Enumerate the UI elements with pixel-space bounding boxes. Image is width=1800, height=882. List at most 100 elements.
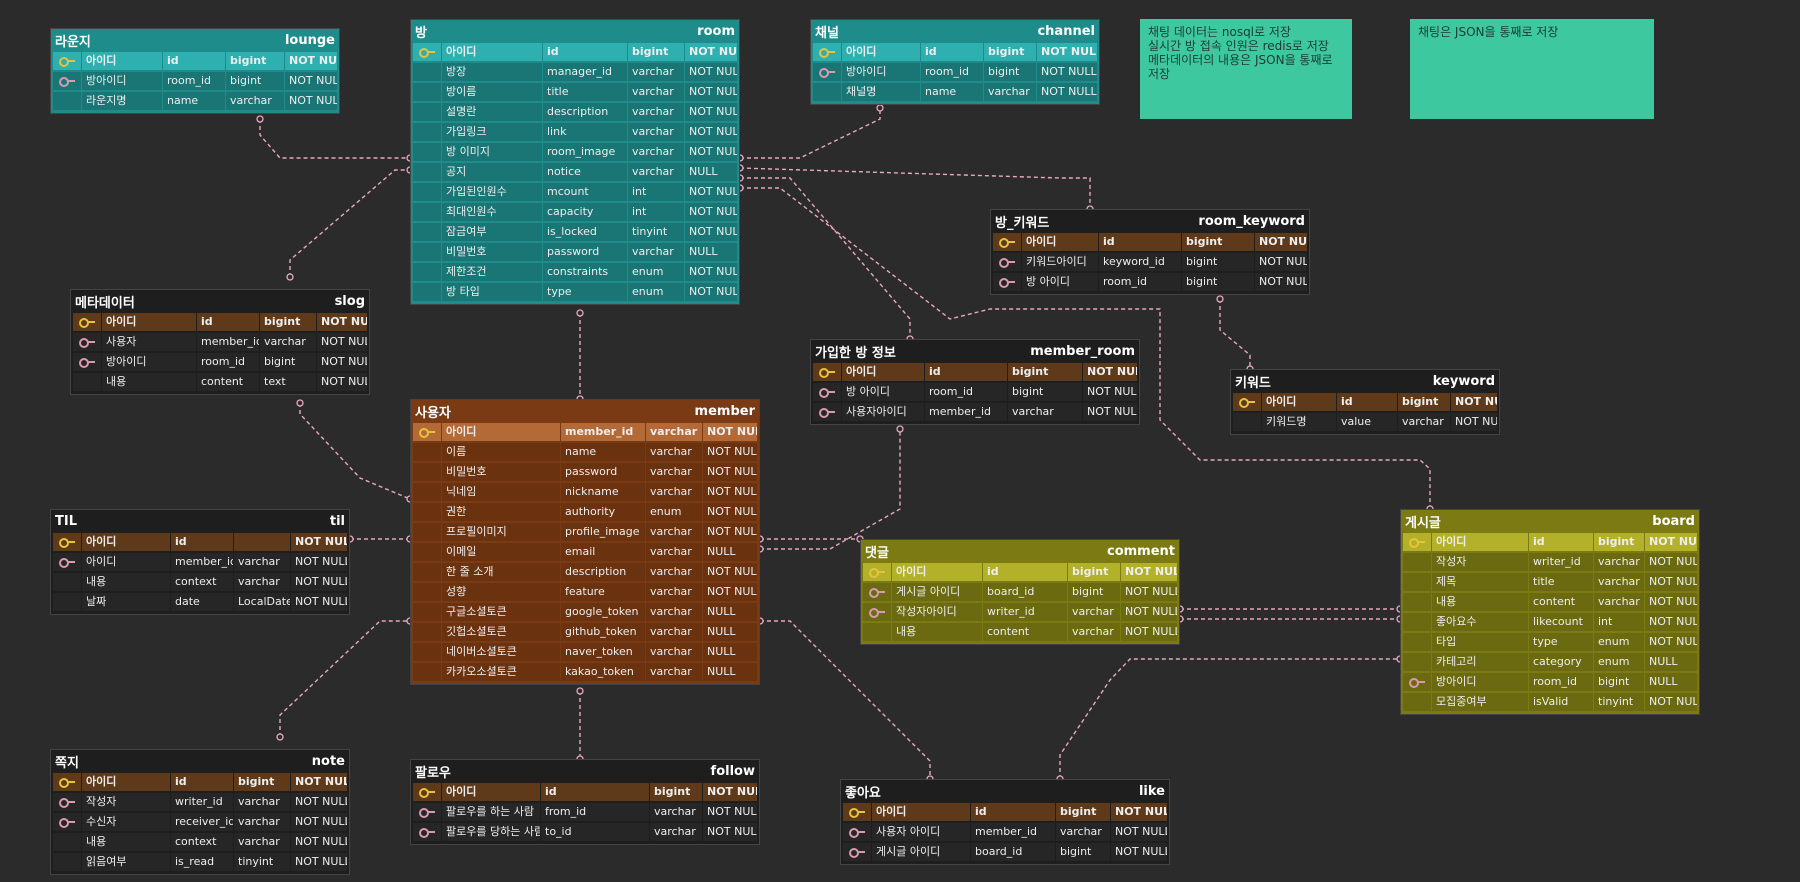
table-row[interactable]: 읽음여부 is_read tinyint NOT NULL [51, 852, 349, 872]
table-row[interactable]: 카카오소셜토큰 kakao_token varchar NULL [411, 662, 759, 682]
table-room[interactable]: 방room아이디idbigintNOT NULL방장manager_idvarc… [410, 19, 740, 305]
table-row[interactable]: 제목titlevarcharNOT NULL [1401, 572, 1699, 592]
column-nullability: NOT NULL [1121, 583, 1177, 601]
table-row[interactable]: 내용contenttextNOT NULL [71, 372, 369, 392]
table-keyword[interactable]: 키워드keyword아이디idbigintNOT NULL키워드명valueva… [1230, 369, 1500, 435]
table-til[interactable]: TILtil아이디idNOT NULL아이디member_idvarcharNO… [50, 509, 350, 615]
table-row[interactable]: 타입typeenumNOT NULL [1401, 632, 1699, 652]
table-row[interactable]: 작성자아이디 writer_id varchar NOT NULL [861, 602, 1179, 622]
table-row[interactable]: 아이디idbigintNOT NULL [811, 362, 1139, 382]
table-row[interactable]: 아이디idbigintNOT NULL [1231, 392, 1499, 412]
column-name: id [171, 773, 233, 791]
table-row[interactable]: 가입링크linkvarcharNOT NULL [411, 122, 739, 142]
table-row[interactable]: 잠금여부is_lockedtinyintNOT NULL [411, 222, 739, 242]
table-row[interactable]: 아이디idbigintNOT NULL [861, 562, 1179, 582]
table-row[interactable]: 아이디member_idvarcharNOT NULL [51, 552, 349, 572]
table-row[interactable]: 이메일 email varchar NULL [411, 542, 759, 562]
column-label: 비밀번호 [442, 243, 542, 261]
table-row[interactable]: 방아이디 room_id bigint NULL [1401, 672, 1699, 692]
table-row[interactable]: 방 아이디room_idbigintNOT NULL [811, 382, 1139, 402]
table-row[interactable]: 라운지명namevarcharNOT NULL [51, 91, 339, 111]
table-row[interactable]: 구글소셜토큰 google_token varchar NULL [411, 602, 759, 622]
table-board[interactable]: 게시글board아이디idbigintNOT NULL작성자writer_idv… [1400, 509, 1700, 715]
column-nullability: NOT NULL [703, 783, 757, 801]
table-row[interactable]: 방장manager_idvarcharNOT NULL [411, 62, 739, 82]
table-row[interactable]: 방 아이디room_idbigintNOT NULL [991, 272, 1309, 292]
table-row[interactable]: 방아이디room_idbigintNOT NULL [51, 71, 339, 91]
table-row[interactable]: 설명란descriptionvarcharNOT NULL [411, 102, 739, 122]
table-row[interactable]: 아이디idbigintNOT NULL [411, 42, 739, 62]
table-like[interactable]: 좋아요like아이디idbigintNOT NULL사용자 아이디member_… [840, 779, 1170, 865]
table-lounge[interactable]: 라운지lounge아이디idbigintNOT NULL방아이디room_idb… [50, 28, 340, 114]
table-row[interactable]: 아이디idbigintNOT NULL [51, 772, 349, 792]
table-row[interactable]: 내용 context varchar NOT NULL [51, 572, 349, 592]
column-name: id [171, 533, 233, 551]
table-row[interactable]: 방 이미지room_imagevarcharNOT NULL [411, 142, 739, 162]
table-row[interactable]: 네이버소셜토큰 naver_token varchar NULL [411, 642, 759, 662]
table-row[interactable]: 비밀번호passwordvarcharNOT NULL [411, 462, 759, 482]
table-member-room[interactable]: 가입한 방 정보member_room아이디idbigintNOT NULL방 … [810, 339, 1140, 425]
table-comment[interactable]: 댓글comment아이디idbigintNOT NULL게시글 아이디board… [860, 539, 1180, 645]
table-header: 메타데이터 slog [71, 290, 369, 312]
link-key-icon [59, 817, 75, 828]
table-channel[interactable]: 채널 channel 아이디 id bigint NOT NULL 방아이디 room_id b… [810, 19, 1100, 105]
table-row[interactable]: 좋아요수likecountintNOT NULL [1401, 612, 1699, 632]
table-row[interactable]: 내용contentvarcharNOT NULL [1401, 592, 1699, 612]
table-row[interactable]: 제한조건constraintsenumNOT NULL [411, 262, 739, 282]
note-storage[interactable]: 채팅 데이터는 nosql로 저장 실시간 방 접속 인원은 redis로 저장… [1140, 19, 1352, 119]
table-row[interactable]: 아이디idbigintNOT NULL [71, 312, 369, 332]
table-row[interactable]: 사용자아이디member_idvarcharNOT NULL [811, 402, 1139, 422]
table-row[interactable]: 아이디idbigintNOT NULL [841, 802, 1169, 822]
table-row[interactable]: 아이디id NOT NULL [51, 532, 349, 552]
table-row[interactable]: 가입된인원수mcountintNOT NULL [411, 182, 739, 202]
table-slog[interactable]: 메타데이터slog아이디idbigintNOT NULL사용자member_id… [70, 289, 370, 395]
table-row[interactable]: 채널명 name varchar NOT NULL [811, 82, 1099, 102]
table-row[interactable]: 내용contentvarcharNOT NULL [861, 622, 1179, 642]
table-row[interactable]: 키워드아이디keyword_idbigintNOT NULL [991, 252, 1309, 272]
table-row[interactable]: 방 타입typeenumNOT NULL [411, 282, 739, 302]
table-row[interactable]: 카테고리 category enum NULL [1401, 652, 1699, 672]
table-row[interactable]: 한 줄 소개descriptionvarcharNOT NULL [411, 562, 759, 582]
table-row[interactable]: 깃헙소셜토큰 github_token varchar NULL [411, 622, 759, 642]
table-row[interactable]: 날짜 date LocalDate NOT NULL [51, 592, 349, 612]
note-json[interactable]: 채팅은 JSON을 통째로 저장 [1410, 19, 1654, 119]
link-key-icon [849, 827, 865, 838]
table-row[interactable]: 닉네임nicknamevarcharNOT NULL [411, 482, 759, 502]
table-row[interactable]: 아이디idbigintNOT NULL [811, 42, 1099, 62]
table-row[interactable]: 작성자writer_idvarcharNOT NULL [1401, 552, 1699, 572]
table-row[interactable]: 아이디member_idvarcharNOT NULL [411, 422, 759, 442]
table-row[interactable]: 성향featurevarcharNOT NULL [411, 582, 759, 602]
table-row[interactable]: 팔로우를 하는 사람from_idvarcharNOT NULL [411, 802, 759, 822]
table-row[interactable]: 모집중여부isValidtinyintNOT NULL [1401, 692, 1699, 712]
table-row[interactable]: 방아이디room_idbigintNOT NULL [71, 352, 369, 372]
table-row[interactable]: 아이디idbigintNOT NULL [991, 232, 1309, 252]
table-row[interactable]: 아이디idbigintNOT NULL [411, 782, 759, 802]
table-row[interactable]: 사용자 아이디 member_id varchar NOT NULL [841, 822, 1169, 842]
key-slot [413, 483, 441, 501]
table-member[interactable]: 사용자member아이디member_idvarcharNOT NULL이름na… [410, 399, 760, 685]
column-type: varchar [984, 83, 1036, 101]
table-row[interactable]: 게시글 아이디 board_id bigint NOT NULL [861, 582, 1179, 602]
table-row[interactable]: 권한authorityenumNOT NULL [411, 502, 759, 522]
table-row[interactable]: 수신자 receiver_id varchar NOT NULL [51, 812, 349, 832]
table-room-keyword[interactable]: 방_키워드room_keyword아이디idbigintNOT NULL키워드아… [990, 209, 1310, 295]
table-row[interactable]: 게시글 아이디 board_id bigint NOT NULL [841, 842, 1169, 862]
table-row[interactable]: 아이디idbigintNOT NULL [1401, 532, 1699, 552]
table-row[interactable]: 아이디idbigintNOT NULL [51, 51, 339, 71]
table-row[interactable]: 팔로우를 당하는 사람to_idvarcharNOT NULL [411, 822, 759, 842]
table-row[interactable]: 키워드명valuevarcharNOT NULL [1231, 412, 1499, 432]
table-row[interactable]: 내용 context varchar NOT NULL [51, 832, 349, 852]
table-row[interactable]: 이름namevarcharNOT NULL [411, 442, 759, 462]
table-row[interactable]: 프로필이미지profile_imagevarcharNOT NULL [411, 522, 759, 542]
table-row[interactable]: 작성자writer_idvarcharNOT NULL [51, 792, 349, 812]
table-row[interactable]: 최대인원수capacityintNOT NULL [411, 202, 739, 222]
table-row[interactable]: 비밀번호 password varchar NULL [411, 242, 739, 262]
table-note[interactable]: 쪽지note아이디idbigintNOT NULL작성자writer_idvar… [50, 749, 350, 875]
table-row[interactable]: 사용자member_idvarcharNOT NULL [71, 332, 369, 352]
table-row[interactable]: 방아이디room_idbigintNOT NULL [811, 62, 1099, 82]
table-row[interactable]: 방이름titlevarcharNOT NULL [411, 82, 739, 102]
column-type: varchar [1056, 823, 1110, 841]
key-slot [413, 223, 441, 241]
table-row[interactable]: 공지 notice varchar NULL [411, 162, 739, 182]
table-follow[interactable]: 팔로우follow아이디idbigintNOT NULL팔로우를 하는 사람fr… [410, 759, 760, 845]
